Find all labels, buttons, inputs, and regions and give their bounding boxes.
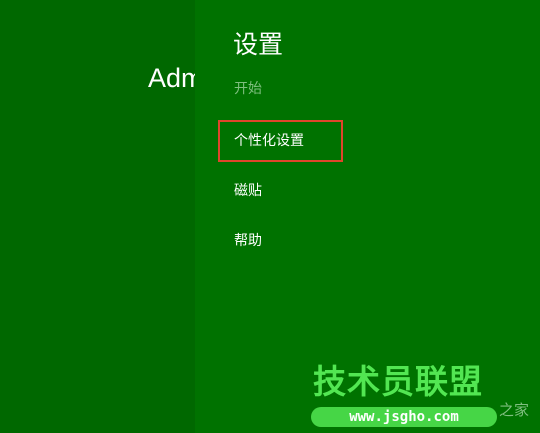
settings-item-help[interactable]: 帮助 bbox=[234, 230, 262, 252]
watermark-url: www.jsgho.com bbox=[311, 407, 497, 427]
watermark-logo: 技术员联盟 www.jsgho.com 之家 bbox=[311, 362, 540, 430]
settings-item-tiles[interactable]: 磁贴 bbox=[234, 180, 262, 202]
watermark-suffix: 之家 bbox=[499, 401, 530, 419]
watermark-title: 技术员联盟 bbox=[313, 362, 483, 401]
settings-item-personalize[interactable]: 个性化设置 bbox=[234, 130, 304, 152]
user-account-name[interactable]: Administrator bbox=[148, 60, 195, 96]
pane-title: 设置 bbox=[233, 30, 284, 59]
pane-subtitle: 开始 bbox=[234, 81, 262, 97]
